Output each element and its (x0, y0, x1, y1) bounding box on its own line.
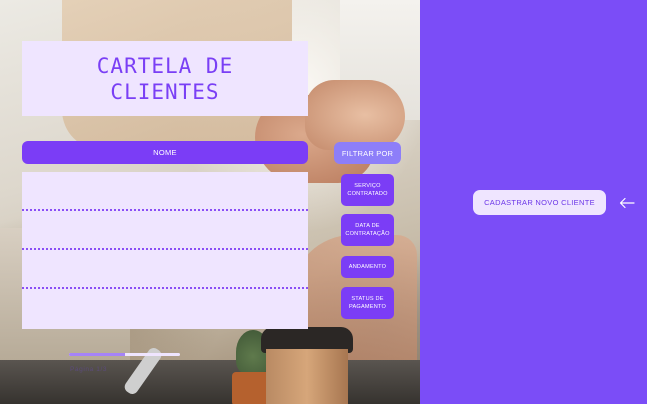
client-list (22, 172, 308, 329)
pagination-progress-bar (69, 353, 180, 356)
arrow-left-icon-svg (619, 197, 635, 209)
pagination-progress-fill (69, 353, 125, 356)
name-column-header[interactable]: NOME (22, 141, 308, 164)
filter-option-label: STATUS DE (351, 296, 384, 302)
page-title-line-1: CARTELA DE (96, 53, 234, 78)
name-column-header-label: NOME (153, 148, 177, 157)
filter-option-label: SERVIÇO (354, 183, 381, 189)
filter-option-progress[interactable]: ANDAMENTO (341, 256, 394, 278)
list-item[interactable] (22, 289, 308, 328)
photo-desk (0, 360, 420, 404)
filter-option-label: DATA DE (355, 223, 380, 229)
pagination-label: Página 1/3 (70, 366, 108, 373)
filter-option-label: PAGAMENTO (348, 304, 387, 310)
photo-hand (305, 80, 405, 150)
filter-option-label: CONTRATAÇÃO (345, 231, 390, 237)
filter-button[interactable]: FILTRAR POR (334, 142, 401, 164)
add-client-button[interactable]: CADASTRAR NOVO CLIENTE (473, 190, 606, 215)
filter-button-label: FILTRAR POR (341, 148, 394, 158)
filter-option-label: CONTRATADO (347, 191, 388, 197)
filter-option-date[interactable]: DATA DE CONTRATAÇÃO (341, 214, 394, 246)
list-item[interactable] (22, 211, 308, 250)
add-client-button-label: CADASTRAR NOVO CLIENTE (484, 198, 595, 207)
list-item[interactable] (22, 172, 308, 211)
arrow-left-icon[interactable] (618, 194, 636, 212)
photo-cup (266, 349, 348, 404)
filter-option-label: ANDAMENTO (348, 264, 387, 270)
page-title-line-2: CLIENTES (110, 79, 220, 104)
filter-option-payment[interactable]: STATUS DE PAGAMENTO (341, 287, 394, 319)
filter-option-service[interactable]: SERVIÇO CONTRATADO (341, 174, 394, 206)
page-title: CARTELA DE CLIENTES (22, 41, 308, 116)
list-item[interactable] (22, 250, 308, 289)
